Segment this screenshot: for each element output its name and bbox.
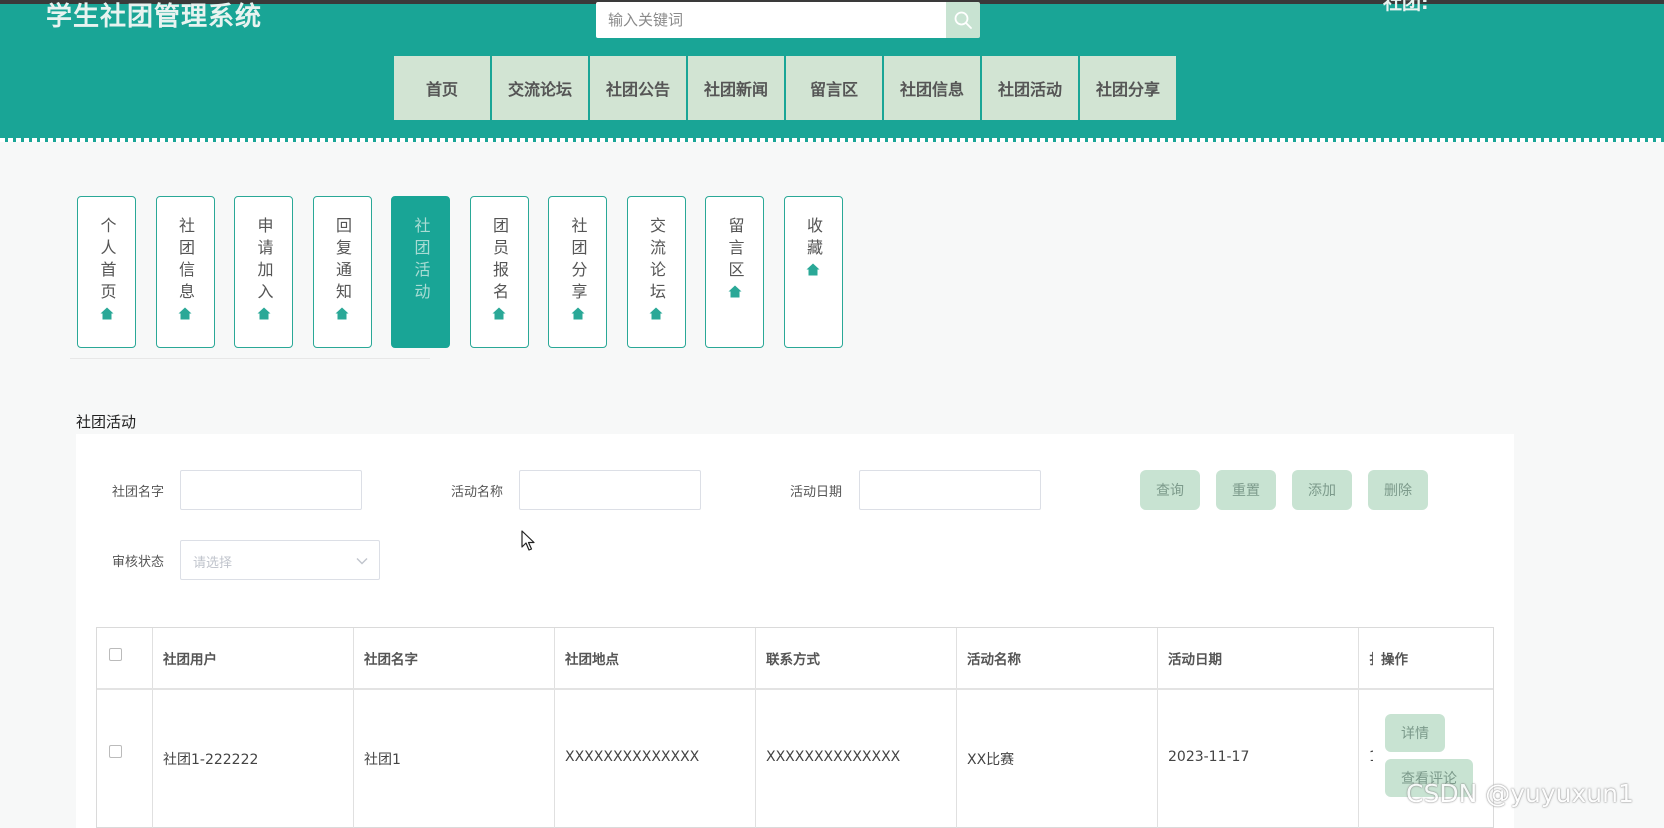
column-divider [554,628,555,828]
side-tab-label: 留言区 [725,217,745,283]
site-title: 学生社团管理系统 [46,2,263,32]
club-name-input[interactable] [180,470,362,510]
side-tab-club-activities[interactable]: 社团活动 [391,196,450,348]
column-divider [353,628,354,828]
side-tab-label: 社团活动 [411,217,431,305]
home-icon [100,307,113,320]
side-tab-label: 交流论坛 [647,217,666,305]
search-input[interactable] [596,2,946,38]
activity-name-input[interactable] [519,470,701,510]
column-header-club-location: 社团地点 [565,652,619,668]
header-row-divider [97,688,1493,690]
club-name-label: 社团名字 [112,485,165,500]
watermark: CSDN @yuyuxun1 [1406,779,1634,808]
side-tabs: 个人首页 社团信息 申请加入 回复通知 社团活动 团员报名 社团分享 交流论坛 留言区 收藏 [77,196,862,348]
section-title: 社团活动 [76,413,137,431]
column-header-actions: 操作 [1381,652,1408,668]
review-status-placeholder: 请选择 [193,556,233,571]
side-tab-club-share[interactable]: 社团分享 [548,196,607,348]
home-icon [178,307,192,320]
side-tab-label: 社团分享 [568,217,588,305]
nav-club-share[interactable]: 社团分享 [1080,56,1176,120]
column-divider [755,628,756,828]
side-tab-club-info[interactable]: 社团信息 [155,196,215,348]
nav-news[interactable]: 社团新闻 [688,56,784,120]
query-button[interactable]: 查询 [1140,470,1200,510]
cell-club-user: 社团1-222222 [163,752,259,768]
cell-contact: XXXXXXXXXXXXXX [766,749,901,765]
home-icon [257,307,270,320]
column-header-activity-date: 活动日期 [1168,652,1222,668]
nav-club-activities[interactable]: 社团活动 [982,56,1078,120]
activity-date-input[interactable] [859,470,1041,510]
side-tab-label: 申请加入 [254,217,274,305]
home-icon [571,307,584,320]
activity-name-label: 活动名称 [451,485,504,500]
nav-announcements[interactable]: 社团公告 [590,56,686,120]
home-icon [806,263,820,276]
side-tab-message-board[interactable]: 留言区 [705,196,764,348]
tabs-divider [70,358,430,359]
side-tab-favorites[interactable]: 收藏 [783,196,843,348]
home-icon [492,307,506,320]
reset-button[interactable]: 重置 [1216,470,1276,510]
column-divider [956,628,957,828]
nav-message-board[interactable]: 留言区 [786,56,882,120]
column-divider [1358,628,1359,828]
details-button[interactable]: 详情 [1385,714,1445,752]
column-divider [152,628,153,828]
row-checkbox[interactable] [109,745,122,758]
cell-club-location: XXXXXXXXXXXXXX [565,749,700,765]
side-tab-label: 个人首页 [97,217,117,305]
chevron-down-icon [356,558,368,565]
mouse-cursor-icon [521,530,535,551]
top-header: 学生社团管理系统 社团: 首页 交流论坛 社团公告 社团新闻 留言区 社团信息 … [0,0,1664,142]
review-status-label: 审核状态 [112,555,165,570]
nav-home[interactable]: 首页 [394,56,490,120]
home-icon [728,285,741,298]
side-tab-apply-join[interactable]: 申请加入 [234,196,293,348]
column-header-activity-name: 活动名称 [967,652,1021,668]
column-header-club-user: 社团用户 [163,652,217,668]
search-icon [954,11,972,29]
activity-date-label: 活动日期 [790,485,843,500]
column-divider [1157,628,1158,828]
column-header-contact: 联系方式 [766,652,820,668]
select-all-checkbox[interactable] [109,648,122,661]
side-tab-label: 团员报名 [490,217,509,305]
header-row-divider [1373,688,1493,690]
add-button[interactable]: 添加 [1292,470,1352,510]
side-tab-label: 社团信息 [176,217,195,305]
side-tab-forum[interactable]: 交流论坛 [626,196,686,348]
side-tab-label: 回复通知 [333,217,352,305]
side-tab-profile-home[interactable]: 个人首页 [77,196,136,348]
nav-forum[interactable]: 交流论坛 [492,56,588,120]
delete-button[interactable]: 删除 [1368,470,1428,510]
user-label: 社团: [1383,0,1429,14]
nav-club-info[interactable]: 社团信息 [884,56,980,120]
column-header-club-name: 社团名字 [364,652,418,668]
side-tab-member-signup[interactable]: 团员报名 [469,196,529,348]
cell-club-name: 社团1 [364,752,401,768]
main-nav: 首页 交流论坛 社团公告 社团新闻 留言区 社团信息 社团活动 社团分享 [394,56,1178,120]
cell-activity-date: 2023-11-17 [1168,749,1250,765]
side-tab-reply-notice[interactable]: 回复通知 [312,196,372,348]
home-icon [335,307,349,320]
search-button[interactable] [946,2,980,38]
home-icon [649,307,663,320]
side-tab-label: 收藏 [804,217,823,261]
review-status-select[interactable]: 请选择 [180,540,380,580]
activity-table: 社团用户 社团名字 社团地点 联系方式 活动名称 活动日期 扌 社团1-2222… [96,627,1494,828]
cell-activity-name: XX比赛 [967,752,1015,768]
